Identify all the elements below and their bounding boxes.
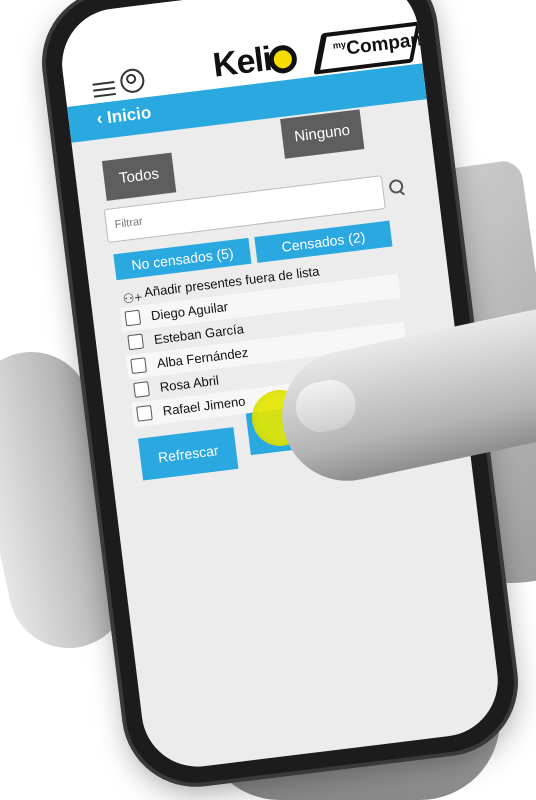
logo-text: Keli	[210, 39, 274, 85]
person-checkbox[interactable]	[136, 404, 153, 422]
person-checkbox[interactable]	[124, 309, 142, 327]
person-checkbox[interactable]	[130, 357, 147, 375]
user-profile-icon[interactable]	[118, 67, 146, 95]
search-icon[interactable]	[388, 178, 404, 195]
kelio-logo: Keli	[211, 37, 299, 86]
hamburger-menu-icon[interactable]	[92, 77, 117, 102]
mycompany-small-text: my	[332, 39, 347, 51]
select-all-button[interactable]: Todos	[101, 152, 177, 201]
select-none-button[interactable]: Ninguno	[280, 109, 365, 159]
back-to-inicio-link[interactable]: ‹ Inicio	[96, 103, 153, 130]
person-checkbox[interactable]	[133, 381, 150, 398]
finger-nail	[291, 375, 361, 437]
back-link-label: Inicio	[105, 102, 153, 128]
refresh-button[interactable]: Refrescar	[138, 427, 239, 481]
person-checkbox[interactable]	[127, 333, 145, 351]
